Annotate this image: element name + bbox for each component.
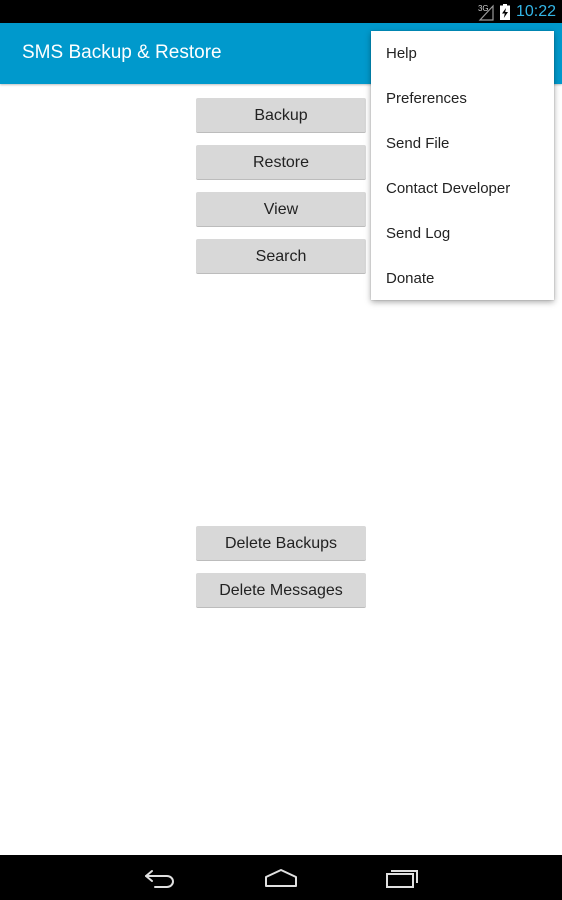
network-type-label: 3G — [477, 3, 489, 13]
navigation-bar — [0, 855, 562, 900]
delete-backups-button[interactable]: Delete Backups — [196, 526, 366, 561]
menu-item-preferences[interactable]: Preferences — [371, 76, 554, 121]
clock: 10:22 — [515, 2, 556, 20]
back-icon[interactable] — [140, 863, 180, 893]
status-bar: 3G 10:22 — [0, 0, 562, 23]
menu-item-donate[interactable]: Donate — [371, 256, 554, 301]
search-button[interactable]: Search — [196, 239, 366, 274]
backup-button[interactable]: Backup — [196, 98, 366, 133]
delete-messages-button[interactable]: Delete Messages — [196, 573, 366, 608]
app-title: SMS Backup & Restore — [22, 42, 222, 63]
menu-item-contact-developer[interactable]: Contact Developer — [371, 166, 554, 211]
menu-item-send-file[interactable]: Send File — [371, 121, 554, 166]
menu-item-help[interactable]: Help — [371, 31, 554, 76]
battery-charging-icon — [499, 3, 510, 20]
view-button[interactable]: View — [196, 192, 366, 227]
restore-button[interactable]: Restore — [196, 145, 366, 180]
menu-item-send-log[interactable]: Send Log — [371, 211, 554, 256]
signal-icon: 3G — [478, 3, 494, 21]
status-icons: 3G 10:22 — [478, 0, 556, 23]
recent-apps-icon[interactable] — [382, 863, 422, 893]
overflow-menu: Help Preferences Send File Contact Devel… — [371, 31, 554, 300]
home-icon[interactable] — [261, 863, 301, 893]
